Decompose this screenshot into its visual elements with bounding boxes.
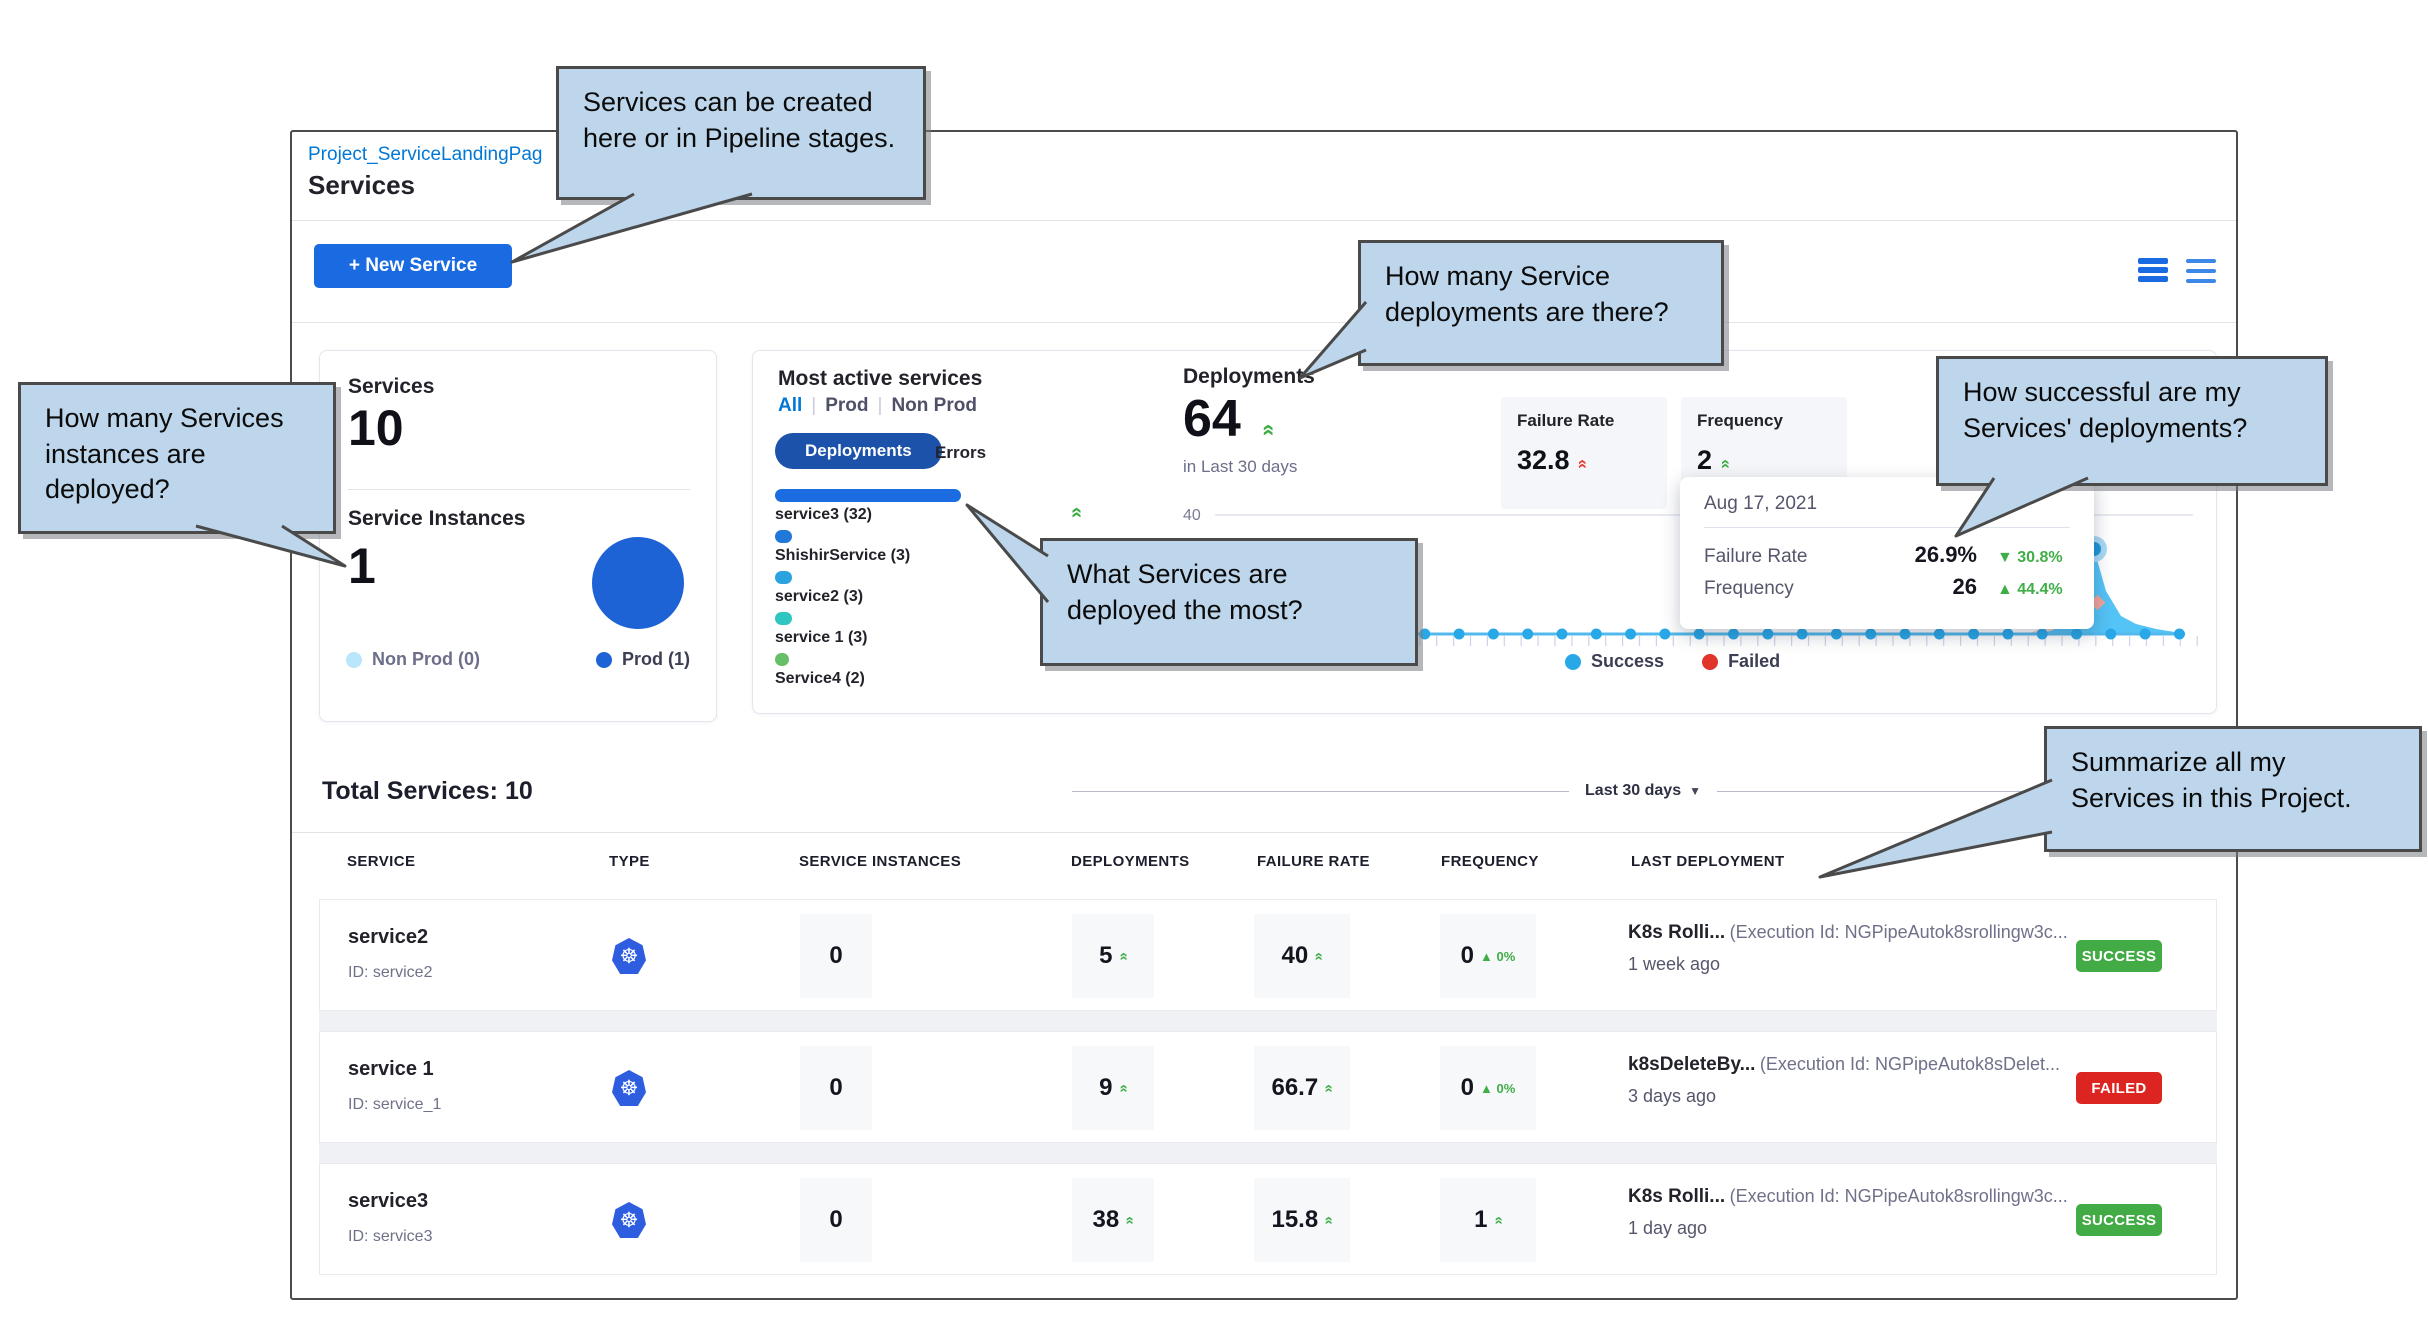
legend-prod: Prod (1)	[596, 649, 690, 670]
filter-prod[interactable]: Prod	[825, 395, 868, 416]
col-type: TYPE	[609, 853, 650, 870]
tooltip-date: Aug 17, 2021	[1704, 493, 2070, 515]
table-rows: service2 ID: service2 ☸ 0 5» 40» 0▲ 0% K…	[319, 899, 2217, 1275]
page: Project_ServiceLandingPag Services + New…	[0, 0, 2428, 1319]
activity-bar	[775, 530, 792, 543]
trend-up-icon: »	[1114, 952, 1131, 960]
instances-pie-chart	[592, 537, 684, 629]
callout-instances: How many Services instances are deployed…	[18, 382, 336, 534]
status-badge: FAILED	[2076, 1072, 2162, 1104]
activity-bar	[775, 571, 792, 584]
header-divider	[292, 220, 2236, 221]
legend-non-prod: Non Prod (0)	[346, 649, 480, 670]
trend-up-icon: »	[1065, 507, 1088, 518]
page-title: Services	[308, 170, 415, 201]
trend-up-icon: »	[1114, 1084, 1131, 1092]
col-deployments: DEPLOYMENTS	[1071, 853, 1190, 870]
env-filters: All|Prod|Non Prod	[778, 395, 977, 417]
caret-down-icon: ▼	[1689, 784, 1701, 798]
callout-most-deployed: What Services are deployed the most?	[1040, 538, 1418, 666]
trend-up-icon: »	[1121, 1216, 1138, 1224]
chart-legend: Success Failed	[1565, 651, 1780, 672]
deployments-toggle[interactable]: Deployments	[775, 433, 942, 469]
tooltip-divider	[1704, 527, 2070, 528]
tooltip-row: Failure Rate 26.9% ▼ 30.8%	[1704, 542, 2070, 568]
kubernetes-icon: ☸	[612, 1070, 646, 1106]
failure-rate-stat: Failure Rate 32.8 »	[1501, 397, 1667, 509]
card-divider	[348, 489, 690, 490]
legend-failed: Failed	[1702, 651, 1780, 672]
trend-up-red-icon: »	[1572, 459, 1592, 468]
table-row[interactable]: service2 ID: service2 ☸ 0 5» 40» 0▲ 0% K…	[319, 899, 2217, 1011]
service-instances-title: Service Instances	[348, 507, 525, 531]
app-window: Project_ServiceLandingPag Services + New…	[290, 130, 2238, 1300]
col-frequency: FREQUENCY	[1441, 853, 1539, 870]
deployments-title: Deployments	[1183, 365, 1315, 389]
callout-create-services: Services can be created here or in Pipel…	[556, 66, 926, 200]
services-card: Services 10 Service Instances 1 Non Prod…	[319, 350, 717, 722]
trend-up-icon: »	[1310, 952, 1327, 960]
failed-dot-icon	[1702, 654, 1718, 670]
breadcrumb[interactable]: Project_ServiceLandingPag	[308, 144, 543, 166]
col-failure-rate: FAILURE RATE	[1257, 853, 1370, 870]
status-badge: SUCCESS	[2076, 940, 2162, 972]
deployments-count: 64	[1183, 393, 1241, 445]
activity-bar	[775, 653, 789, 666]
legend-success: Success	[1565, 651, 1664, 672]
table-top-divider	[292, 832, 2236, 833]
service-instances-count: 1	[348, 541, 376, 591]
trend-up-icon: »	[1320, 1216, 1337, 1224]
card-view-icon[interactable]	[2138, 258, 2168, 282]
total-services: Total Services: 10	[322, 777, 533, 806]
trend-up-icon: »	[1489, 1216, 1506, 1224]
y-axis-tick: 40	[1183, 507, 1201, 524]
divider-line	[1072, 791, 1569, 792]
col-instances: SERVICE INSTANCES	[799, 853, 961, 870]
filter-non-prod[interactable]: Non Prod	[891, 395, 977, 416]
new-service-button[interactable]: + New Service	[314, 244, 512, 288]
kubernetes-icon: ☸	[612, 1202, 646, 1238]
trend-up-icon: »	[1320, 1084, 1337, 1092]
success-dot-icon	[1565, 654, 1581, 670]
tooltip-row: Frequency 26 ▲ 44.4%	[1704, 574, 2070, 600]
col-last-deployment: LAST DEPLOYMENT	[1631, 853, 1785, 870]
most-active-title: Most active services	[778, 367, 982, 391]
filter-all[interactable]: All	[778, 395, 802, 416]
activity-bar	[775, 489, 961, 502]
callout-deployments: How many Service deployments are there?	[1358, 240, 1724, 366]
activity-row: service3 (32)	[775, 489, 1115, 524]
chart-tooltip: Aug 17, 2021 Failure Rate 26.9% ▼ 30.8% …	[1680, 477, 2094, 629]
services-count: 10	[348, 403, 404, 453]
errors-toggle[interactable]: Errors	[935, 443, 986, 463]
trend-up-icon: »	[1714, 459, 1734, 468]
kubernetes-icon: ☸	[612, 938, 646, 974]
status-badge: SUCCESS	[2076, 1204, 2162, 1236]
table-row[interactable]: service3 ID: service3 ☸ 0 38» 15.8» 1» K…	[319, 1163, 2217, 1275]
activity-bar	[775, 612, 792, 625]
table-row[interactable]: service 1 ID: service_1 ☸ 0 9» 66.7» 0▲ …	[319, 1031, 2217, 1143]
deployments-subtitle: in Last 30 days	[1183, 457, 1297, 477]
trend-up-icon: »	[1254, 424, 1280, 436]
services-card-title: Services	[348, 375, 434, 399]
prod-dot-icon	[596, 652, 612, 668]
time-range-dropdown[interactable]: Last 30 days▼	[1569, 782, 1717, 800]
callout-success: How successful are my Services' deployme…	[1936, 356, 2328, 486]
non-prod-dot-icon	[346, 652, 362, 668]
callout-summarize: Summarize all my Services in this Projec…	[2044, 726, 2422, 852]
list-view-icon[interactable]	[2186, 259, 2216, 283]
toolbar-divider	[292, 322, 2236, 323]
col-service: SERVICE	[347, 853, 415, 870]
range-selector-row: Last 30 days▼	[1072, 782, 2214, 800]
